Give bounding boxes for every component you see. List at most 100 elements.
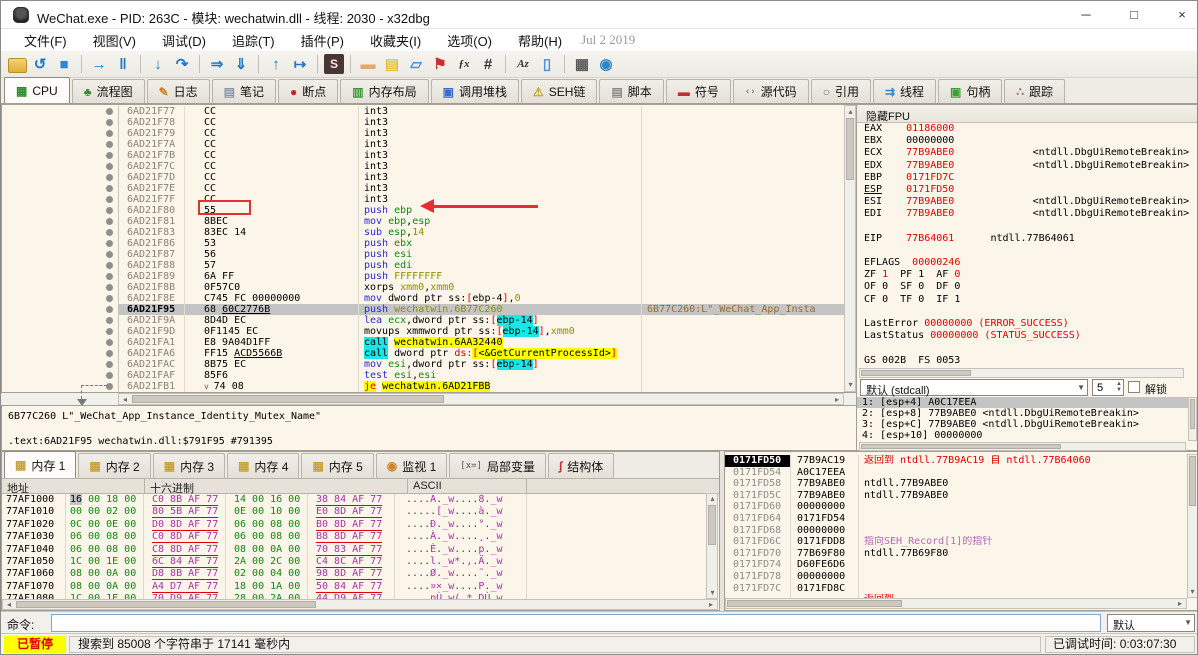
- command-input[interactable]: [51, 614, 1101, 632]
- disasm-row[interactable]: 6AD21F77 CC int3: [2, 106, 844, 117]
- breakpoint-dot[interactable]: [106, 130, 113, 137]
- disasm-row[interactable]: 6AD21FB1 v 74 08 je wechatwin.6AD21FBB: [2, 381, 844, 392]
- breakpoint-dot[interactable]: [106, 350, 113, 357]
- stack-row[interactable]: 0171FD5C 77B9ABE0 ntdll.77B9ABE0: [725, 489, 1188, 502]
- arguments-hscrollbar[interactable]: [859, 442, 1186, 451]
- breakpoint-dot[interactable]: [106, 152, 113, 159]
- disasm-row[interactable]: 6AD21FAC 8B75 EC mov esi,dword ptr ss:[ebp…: [2, 359, 844, 370]
- stack-row[interactable]: 0171FD6C 0171FDD8 指向SEH_Record[1]的指针: [725, 536, 1188, 548]
- breakpoint-dot[interactable]: [106, 251, 113, 258]
- disasm-row[interactable]: 6AD21F79 CC int3: [2, 128, 844, 139]
- graph-device-icon[interactable]: ▯: [536, 54, 558, 74]
- disasm-row[interactable]: 6AD21F95 68 60C2776B push wechatwin.6B77C2…: [2, 304, 844, 315]
- breakpoint-dot[interactable]: [106, 306, 113, 313]
- menu-item-7[interactable]: 选项(O): [434, 31, 505, 50]
- register-line[interactable]: LastError 00000000 (ERROR_SUCCESS): [857, 318, 1197, 330]
- argument-line[interactable]: 2: [esp+8] 77B9ABE0 <ntdll.DbgUiRemoteBr…: [857, 408, 1190, 419]
- stack-row[interactable]: 0171FD78 00000000: [725, 570, 1188, 583]
- registers-hscrollbar[interactable]: [859, 368, 1184, 378]
- tab-notes[interactable]: ▤ 笔记: [211, 79, 277, 103]
- animate-into-icon[interactable]: ⇒: [206, 54, 228, 74]
- register-line[interactable]: [857, 245, 1197, 257]
- stack-row[interactable]: 0171FD60 00000000: [725, 501, 1188, 513]
- run-icon[interactable]: →: [88, 54, 110, 74]
- register-line[interactable]: ZF 1 PF 1 AF 0: [857, 269, 1197, 281]
- disasm-row[interactable]: 6AD21F7B CC int3: [2, 150, 844, 161]
- tab-memory-4[interactable]: ▦ 内存 4: [227, 453, 300, 478]
- dump-vscrollbar[interactable]: ▴ ▾: [706, 493, 718, 599]
- hide-fpu-button[interactable]: 隐藏FPU: [857, 105, 1197, 123]
- step-over-icon[interactable]: ↷: [171, 54, 193, 74]
- open-file-icon[interactable]: [8, 58, 27, 73]
- calling-convention-combo[interactable]: 默认 (stdcall) ▼: [860, 379, 1088, 397]
- function-icon[interactable]: ƒx: [453, 54, 475, 74]
- stack-row[interactable]: 0171FD74 D60FE6D6: [725, 559, 1188, 571]
- menu-item-2[interactable]: 视图(V): [80, 31, 149, 50]
- breakpoint-dot[interactable]: [106, 284, 113, 291]
- breakpoint-dot[interactable]: [106, 328, 113, 335]
- disasm-row[interactable]: 6AD21F7C CC int3: [2, 161, 844, 172]
- maximize-button[interactable]: □: [1119, 5, 1149, 25]
- disassembly-vscrollbar[interactable]: ▴ ▾: [844, 105, 856, 392]
- breakpoint-dot[interactable]: [106, 240, 113, 247]
- register-line[interactable]: EFLAGS 00000246: [857, 257, 1197, 269]
- scroll-left-icon[interactable]: ◂: [120, 395, 130, 405]
- disasm-row[interactable]: 6AD21F7D CC int3: [2, 172, 844, 183]
- dump-row[interactable]: 77AF1040 06 00 08 00 C8 8D AF 77 08 00 0A 0…: [2, 541, 707, 559]
- stack-row[interactable]: 0171FD70 77B69F80 ntdll.77B69F80: [725, 547, 1188, 560]
- menu-item-4[interactable]: 追踪(T): [219, 31, 288, 50]
- scroll-up-icon[interactable]: ▴: [846, 107, 855, 117]
- disasm-row[interactable]: 6AD21F9D 0F1145 EC movups xmmword ptr ss:[…: [2, 326, 844, 337]
- tab-threads[interactable]: ⇉ 线程: [872, 79, 937, 103]
- unlock-checkbox[interactable]: [1128, 381, 1140, 393]
- register-line[interactable]: EDI 77B9ABE0 <ntdll.DbgUiRemoteBreakin>: [857, 208, 1197, 220]
- tab-trace[interactable]: ∴ 跟踪: [1004, 79, 1066, 103]
- disasm-row[interactable]: 6AD21FA1 E8 9A04D1FF call wechatwin.6AA324…: [2, 337, 844, 348]
- tab-memory-2[interactable]: ▦ 内存 2: [78, 453, 151, 478]
- disasm-row[interactable]: 6AD21F87 56 push esi: [2, 249, 844, 260]
- register-line[interactable]: CF 0 TF 0 IF 1: [857, 294, 1197, 306]
- register-line[interactable]: EAX 01186000: [857, 123, 1197, 135]
- tab-memory-3[interactable]: ▦ 内存 3: [152, 453, 226, 478]
- disasm-row[interactable]: 6AD21F7E CC int3: [2, 183, 844, 194]
- tab-seh[interactable]: ⚠ SEH链: [521, 79, 598, 103]
- dump-row[interactable]: 77AF1010 00 00 02 00 80 5B AF 77 0E 00 10 0…: [2, 504, 707, 522]
- dump-row[interactable]: 77AF1070 08 00 0A 00 A4 D7 AF 77 18 00 1A 0…: [2, 578, 707, 596]
- disasm-row[interactable]: 6AD21F83 83EC 14 sub esp,14: [2, 227, 844, 238]
- disasm-row[interactable]: 6AD21F81 8BEC mov ebp,esp: [2, 216, 844, 227]
- register-line[interactable]: EDX 77B9ABE0 <ntdll.DbgUiRemoteBreakin>: [857, 160, 1197, 172]
- stack-row[interactable]: 0171FD54 A0C17EEA: [725, 466, 1188, 479]
- scroll-down-icon[interactable]: ▾: [1188, 587, 1197, 597]
- breakpoint-dot[interactable]: [106, 174, 113, 181]
- patch-icon[interactable]: ▬: [357, 54, 379, 74]
- menu-item-5[interactable]: 插件(P): [288, 31, 357, 50]
- tab-source[interactable]: ‹› 源代码: [732, 79, 809, 103]
- dump-row[interactable]: 77AF1020 0C 00 0E 00 D0 8D AF 77 06 00 08 0…: [2, 516, 707, 534]
- register-line[interactable]: ECX 77B9ABE0 <ntdll.DbgUiRemoteBreakin>: [857, 147, 1197, 159]
- tab-memory-5[interactable]: ▦ 内存 5: [301, 453, 374, 478]
- scroll-down-icon[interactable]: ▾: [846, 380, 855, 390]
- tab-script[interactable]: ▤ 脚本: [599, 79, 664, 103]
- stack-row[interactable]: 0171FD64 0171FD54: [725, 512, 1188, 525]
- stack-row[interactable]: 0171FD58 77B9ABE0 ntdll.77B9ABE0: [725, 478, 1188, 490]
- disasm-row[interactable]: 6AD21F78 CC int3: [2, 117, 844, 128]
- argument-line[interactable]: 4: [esp+10] 00000000: [857, 430, 1190, 441]
- tab-memory-1[interactable]: ▦ 内存 1: [4, 451, 77, 478]
- internet-icon[interactable]: ◉: [595, 54, 617, 74]
- register-line[interactable]: [857, 342, 1197, 354]
- disasm-row[interactable]: 6AD21F89 6A FF push FFFFFFFF: [2, 271, 844, 282]
- menu-item-1[interactable]: 文件(F): [11, 31, 80, 50]
- tab-references[interactable]: ○ 引用: [810, 79, 871, 103]
- breakpoint-dot[interactable]: [106, 218, 113, 225]
- scroll-left-icon[interactable]: ◂: [4, 600, 14, 610]
- scroll-right-icon[interactable]: ▸: [1175, 599, 1185, 609]
- dump-row[interactable]: 77AF1030 06 00 08 00 C0 8D AF 77 06 00 08 0…: [2, 529, 707, 547]
- stack-row[interactable]: 0171FD50 77B9AC19 返回到 ntdll.77B9AC19 自 ntd…: [725, 455, 1188, 467]
- scroll-right-icon[interactable]: ▸: [706, 600, 716, 610]
- stack-vscrollbar[interactable]: ▾: [1187, 454, 1197, 598]
- breakpoint-dot[interactable]: [106, 196, 113, 203]
- disasm-row[interactable]: 6AD21F8E C745 FC 00000000 mov dword ptr ss…: [2, 293, 844, 304]
- dump-hscrollbar[interactable]: ◂ ▸: [2, 599, 718, 610]
- scroll-down-icon[interactable]: ▾: [708, 588, 717, 598]
- menu-item-6[interactable]: 收藏夹(I): [357, 31, 434, 50]
